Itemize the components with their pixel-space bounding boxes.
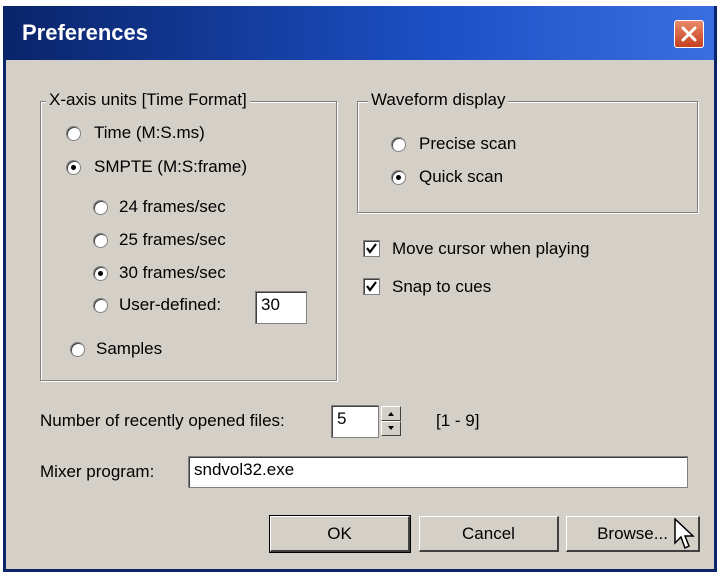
quick-scan-radio[interactable] — [391, 170, 406, 185]
time-radio-label: Time (M:S.ms) — [94, 123, 205, 142]
close-icon — [681, 26, 697, 42]
close-button[interactable] — [674, 20, 704, 48]
fps30-radio-label: 30 frames/sec — [119, 263, 226, 282]
samples-radio-label: Samples — [96, 339, 163, 358]
user-defined-radio[interactable] — [93, 298, 108, 313]
samples-radio[interactable] — [70, 342, 85, 357]
spin-up-button[interactable] — [381, 406, 401, 421]
move-cursor-checkbox[interactable] — [363, 240, 380, 257]
ok-button[interactable]: OK — [269, 515, 411, 553]
fps25-radio[interactable] — [93, 233, 108, 248]
fps30-radio[interactable] — [93, 266, 108, 281]
arrow-up-icon — [388, 412, 394, 416]
cancel-button[interactable]: Cancel — [419, 516, 559, 552]
recent-files-input[interactable]: 5 — [331, 405, 379, 438]
mixer-program-input[interactable]: sndvol32.exe — [188, 456, 688, 488]
preferences-dialog: Preferences X-axis units [Time Format] T… — [3, 6, 717, 572]
mouse-pointer-icon — [674, 518, 695, 550]
spin-down-button[interactable] — [381, 421, 401, 436]
snap-to-cues-checkbox[interactable] — [363, 278, 380, 295]
recent-files-spinner[interactable] — [381, 406, 401, 436]
title-bar[interactable]: Preferences — [6, 6, 714, 60]
fps24-radio[interactable] — [93, 200, 108, 215]
recent-files-range: [1 - 9] — [436, 411, 480, 430]
smpte-radio-label: SMPTE (M:S:frame) — [94, 157, 248, 176]
time-radio[interactable] — [66, 126, 81, 141]
arrow-down-icon — [388, 426, 394, 430]
window-title: Preferences — [22, 20, 148, 45]
recent-files-label: Number of recently opened files: — [40, 411, 285, 430]
user-defined-fps-input[interactable]: 30 — [255, 291, 307, 324]
fps25-radio-label: 25 frames/sec — [119, 230, 226, 249]
checkmark-icon — [366, 243, 377, 254]
quick-scan-label: Quick scan — [419, 167, 504, 186]
smpte-radio[interactable] — [66, 160, 81, 175]
precise-scan-radio[interactable] — [391, 137, 406, 152]
x-axis-units-legend: X-axis units [Time Format] — [46, 90, 250, 110]
move-cursor-label: Move cursor when playing — [392, 239, 590, 258]
user-defined-radio-label: User-defined: — [119, 295, 222, 314]
waveform-display-group — [357, 101, 698, 213]
precise-scan-label: Precise scan — [419, 134, 517, 153]
snap-to-cues-label: Snap to cues — [392, 277, 492, 296]
mixer-program-label: Mixer program: — [40, 462, 155, 481]
fps24-radio-label: 24 frames/sec — [119, 197, 226, 216]
waveform-display-legend: Waveform display — [368, 90, 509, 110]
checkmark-icon — [366, 281, 377, 292]
